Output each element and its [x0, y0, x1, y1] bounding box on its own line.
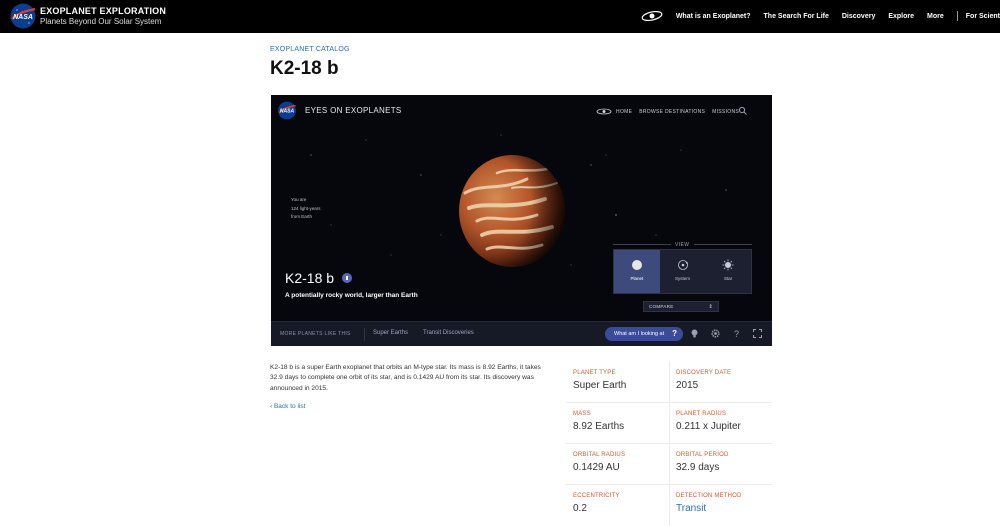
- page-title: K2-18 b: [270, 58, 339, 79]
- link-transit-discoveries[interactable]: Transit Discoveries: [423, 330, 474, 336]
- fact-label: PLANET TYPE: [573, 370, 616, 376]
- link-super-earths[interactable]: Super Earths: [373, 330, 408, 336]
- nav-more[interactable]: More: [927, 13, 944, 20]
- viewer-nasa-logo[interactable]: NASA: [277, 101, 297, 120]
- nav-what-is-exoplanet[interactable]: What is an Exoplanet?: [676, 13, 751, 20]
- site-header: NASA EXOPLANET EXPLORATION Planets Beyon…: [0, 0, 1000, 33]
- detection-method-link[interactable]: Transit: [676, 503, 706, 514]
- fact-planet-type: PLANET TYPE Super Earth: [566, 361, 669, 402]
- nasa-logo[interactable]: NASA: [9, 3, 37, 29]
- distance-line-2: 124 light-years: [291, 205, 321, 211]
- view-planet-button[interactable]: Planet: [614, 250, 660, 293]
- what-am-i-looking-at-button[interactable]: What am I looking at ?: [605, 327, 683, 341]
- fact-label: PLANET RADIUS: [676, 411, 727, 417]
- fact-value: 0.1429 AU: [573, 462, 620, 473]
- main-nav: What is an Exoplanet? The Search For Lif…: [641, 10, 1000, 22]
- view-divider-left: [613, 244, 671, 245]
- view-star-label: Star: [724, 276, 733, 281]
- star-icon: [722, 259, 734, 271]
- fact-label: ORBITAL PERIOD: [676, 452, 729, 458]
- nav-for-scientists[interactable]: For Scient: [966, 13, 1000, 20]
- nav-search-for-life[interactable]: The Search For Life: [764, 13, 829, 20]
- viewer-tagline: A potentially rocky world, larger than E…: [285, 292, 418, 299]
- svg-text:?: ?: [734, 329, 739, 339]
- updown-chevron-icon: ⇕: [708, 304, 713, 310]
- fact-mass: MASS 8.92 Earths: [566, 402, 669, 443]
- bottom-divider: [364, 328, 365, 341]
- distance-line-3: from Earth: [291, 214, 313, 219]
- looking-label: What am I looking at: [614, 331, 665, 337]
- compare-dropdown[interactable]: COMPARE ⇕: [643, 301, 719, 312]
- system-icon: [677, 260, 688, 270]
- brand-subtitle: Planets Beyond Our Solar System: [40, 17, 162, 26]
- fact-label: DETECTION METHOD: [676, 493, 742, 499]
- viewer-search-icon[interactable]: [738, 106, 748, 116]
- viewer-bottom-bar: MORE PLANETS LIKE THIS Super Earths Tran…: [271, 321, 772, 346]
- viewer-planet-name: K2-18 b: [285, 270, 353, 286]
- fact-eccentricity: ECCENTRICITY 0.2: [566, 484, 669, 525]
- view-planet-label: Planet: [630, 276, 644, 281]
- lightbulb-icon[interactable]: [689, 328, 700, 339]
- view-divider-right: [694, 244, 752, 245]
- planet-description: K2-18 b is a super Earth exoplanet that …: [270, 364, 541, 392]
- orbit-logo-icon[interactable]: [641, 10, 663, 22]
- planet-render[interactable]: [457, 153, 567, 269]
- looking-question: ?: [672, 329, 677, 338]
- fact-label: DISCOVERY DATE: [676, 370, 732, 376]
- fact-label: ECCENTRICITY: [573, 493, 620, 499]
- gear-icon[interactable]: [710, 328, 721, 339]
- more-planets-label: MORE PLANETS LIKE THIS: [280, 331, 351, 337]
- fact-value: 0.2: [573, 503, 587, 514]
- nav-separator: [956, 11, 958, 21]
- view-switcher: Planet System Star: [613, 249, 752, 294]
- fact-value: 0.211 x Jupiter: [676, 421, 741, 432]
- viewer-nav-missions[interactable]: MISSIONS: [712, 109, 739, 115]
- planet-icon: [631, 260, 642, 270]
- distance-line-1: You are: [291, 197, 307, 202]
- brand-title[interactable]: EXOPLANET EXPLORATION: [40, 6, 166, 16]
- distance-readout: You are 124 light-years from Earth: [291, 196, 321, 222]
- nav-discovery[interactable]: Discovery: [842, 13, 875, 20]
- compare-label: COMPARE: [649, 304, 674, 309]
- fact-label: MASS: [573, 411, 591, 417]
- viewer-title: EYES ON EXOPLANETS: [305, 106, 402, 115]
- fact-label: ORBITAL RADIUS: [573, 452, 626, 458]
- view-system-label: System: [675, 276, 691, 281]
- viewer-nav: HOME BROWSE DESTINATIONS MISSIONS: [596, 108, 746, 115]
- fact-discovery-date: DISCOVERY DATE 2015: [669, 361, 772, 402]
- help-icon[interactable]: ?: [731, 328, 742, 339]
- view-star-button[interactable]: Star: [705, 250, 751, 293]
- fact-orbital-radius: ORBITAL RADIUS 0.1429 AU: [566, 443, 669, 484]
- fact-value: Super Earth: [573, 380, 627, 391]
- viewer-orbit-icon: [596, 108, 612, 115]
- info-icon[interactable]: [342, 273, 353, 283]
- nav-explore[interactable]: Explore: [888, 13, 914, 20]
- planet-facts: PLANET TYPE Super Earth DISCOVERY DATE 2…: [566, 361, 772, 526]
- fact-orbital-period: ORBITAL PERIOD 32.9 days: [669, 443, 772, 484]
- fact-value: 2015: [676, 380, 699, 391]
- svg-text:NASA: NASA: [13, 14, 33, 21]
- fact-planet-radius: PLANET RADIUS 0.211 x Jupiter: [669, 402, 772, 443]
- fact-value: 32.9 days: [676, 462, 720, 473]
- viewer-planet-name-text: K2-18 b: [285, 270, 335, 286]
- fact-value: 8.92 Earths: [573, 421, 625, 432]
- breadcrumb-catalog[interactable]: EXOPLANET CATALOG: [270, 46, 350, 53]
- fact-detection-method: DETECTION METHOD Transit: [669, 484, 772, 525]
- eyes-on-exoplanets-viewer[interactable]: NASA EYES ON EXOPLANETS HOME BROWSE DEST…: [271, 95, 772, 346]
- view-label: VIEW: [675, 242, 690, 248]
- view-system-button[interactable]: System: [660, 250, 706, 293]
- viewer-nav-home[interactable]: HOME: [616, 109, 632, 115]
- viewer-nav-browse[interactable]: BROWSE DESTINATIONS: [639, 109, 705, 115]
- svg-text:NASA: NASA: [280, 109, 295, 115]
- back-to-list-link[interactable]: ‹ Back to list: [270, 403, 305, 410]
- fullscreen-icon[interactable]: [752, 328, 763, 339]
